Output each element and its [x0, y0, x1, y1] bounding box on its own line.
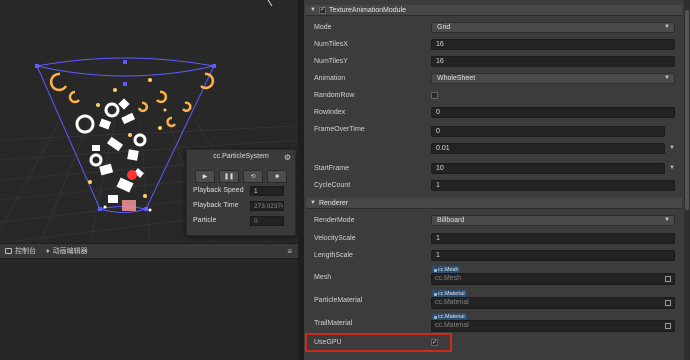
texture-animation-module-title: TextureAnimationModule [328, 6, 406, 14]
frame-over-time-input[interactable]: 0 [431, 126, 665, 137]
length-scale-label: LengthScale [314, 252, 353, 259]
asset-picker-icon[interactable] [665, 323, 671, 329]
playback-time-label: Playback Time [193, 202, 239, 209]
gear-icon[interactable]: ⚙ [284, 153, 291, 162]
particle-panel-title: cc.ParticleSystem [213, 153, 269, 160]
inspector-panel: ▼ ✓ TextureAnimationModule Mode Grid ▼ Nu… [304, 0, 684, 360]
render-mode-value: Billboard [437, 217, 465, 224]
particle-count-label: Particle [193, 217, 217, 224]
animation-select[interactable]: WholeSheet ▼ [431, 73, 675, 84]
random-row-label: RandomRow [314, 92, 355, 99]
stop-icon: ■ [275, 173, 279, 180]
scrollbar-thumb[interactable] [685, 10, 689, 210]
trail-material-field-placeholder: cc.Material [435, 322, 469, 329]
playback-time-value: 273.0237455 [250, 201, 284, 211]
use-gpu-highlight-box [305, 333, 452, 352]
chevron-down-icon: ▼ [664, 75, 670, 81]
random-row-checkbox[interactable] [431, 92, 438, 99]
playback-speed-input[interactable]: 1 [250, 186, 284, 196]
tab-console[interactable]: 控制台 [0, 244, 41, 258]
inspector-scrollbar[interactable] [684, 0, 690, 360]
trail-material-label: TrailMaterial [314, 320, 353, 327]
axis-gizmo [267, 0, 273, 7]
collapse-arrow-icon[interactable]: ▼ [310, 7, 316, 13]
bottom-panel-tabs: 控制台 ♦ 动画编辑器 ≡ [0, 243, 298, 259]
velocity-scale-label: VelocityScale [314, 235, 356, 242]
renderer-title: Renderer [318, 199, 349, 207]
start-frame-label: StartFrame [314, 165, 350, 172]
render-mode-select[interactable]: Billboard ▼ [431, 215, 675, 226]
mode-select[interactable]: Grid ▼ [431, 22, 675, 33]
tab-animation-editor-label: 动画编辑器 [52, 248, 88, 255]
playback-speed-label: Playback Speed [193, 187, 244, 194]
texture-animation-module-header[interactable]: ▼ ✓ TextureAnimationModule [306, 5, 682, 16]
renderer-header[interactable]: ▼ Renderer [306, 198, 682, 209]
row-index-input[interactable]: 0 [431, 107, 675, 118]
mesh-field-placeholder: cc.Mesh [435, 275, 462, 282]
render-mode-label: RenderMode [314, 217, 355, 224]
play-button[interactable]: ▶ [195, 170, 215, 183]
frame-over-time-multiplier-input[interactable]: 0.01 [431, 143, 665, 154]
console-icon [5, 248, 12, 254]
animation-value: WholeSheet [437, 75, 476, 82]
trail-material-field[interactable]: cc.Material [431, 320, 675, 332]
asset-picker-icon[interactable] [665, 276, 671, 282]
num-tiles-y-input[interactable]: 16 [431, 56, 675, 67]
animation-icon: ♦ [46, 247, 50, 255]
particle-system-panel: cc.ParticleSystem ⚙ ▶ ❚❚ ⟲ ■ Playback Sp… [186, 149, 296, 236]
chevron-down-icon: ▼ [664, 24, 670, 30]
curve-options-icon[interactable]: ▼ [669, 145, 675, 151]
row-index-label: RowIndex [314, 109, 346, 116]
mesh-label: Mesh [314, 274, 332, 281]
tab-console-label: 控制台 [15, 248, 36, 255]
restart-button[interactable]: ⟲ [243, 170, 263, 183]
num-tiles-y-label: NumTilesY [314, 58, 348, 65]
mode-value: Grid [437, 24, 451, 31]
particle-material-label: ParticleMaterial [314, 297, 363, 304]
texture-animation-enabled-checkbox[interactable]: ✓ [318, 6, 326, 14]
particle-material-field[interactable]: cc.Material [431, 297, 675, 309]
num-tiles-x-input[interactable]: 16 [431, 39, 675, 50]
asset-picker-icon[interactable] [665, 300, 671, 306]
console-content [0, 259, 298, 360]
pause-icon: ❚❚ [223, 174, 235, 180]
start-frame-options-icon[interactable]: ▼ [669, 165, 675, 171]
particle-material-field-placeholder: cc.Material [435, 299, 469, 306]
velocity-scale-input[interactable]: 1 [431, 233, 675, 244]
num-tiles-x-label: NumTilesX [314, 41, 348, 48]
frame-over-time-label: FrameOverTime [314, 126, 365, 133]
mesh-field[interactable]: cc.Mesh [431, 273, 675, 285]
stop-button[interactable]: ■ [267, 170, 287, 183]
restart-icon: ⟲ [250, 174, 256, 180]
cycle-count-label: CycleCount [314, 182, 351, 189]
animation-label: Animation [314, 75, 346, 82]
collapse-arrow-icon[interactable]: ▼ [310, 200, 316, 206]
panel-menu-icon[interactable]: ≡ [287, 247, 292, 256]
scene-view[interactable]: cc.ParticleSystem ⚙ ▶ ❚❚ ⟲ ■ Playback Sp… [0, 0, 298, 243]
mode-label: Mode [314, 24, 332, 31]
tab-animation-editor[interactable]: ♦ 动画编辑器 [41, 244, 93, 258]
pause-button[interactable]: ❚❚ [219, 170, 239, 183]
start-frame-input[interactable]: 10 [431, 163, 665, 174]
cycle-count-input[interactable]: 1 [431, 180, 675, 191]
chevron-down-icon: ▼ [664, 217, 670, 223]
particle-count-value: 0 [250, 216, 284, 226]
play-icon: ▶ [202, 174, 208, 180]
length-scale-input[interactable]: 1 [431, 250, 675, 261]
